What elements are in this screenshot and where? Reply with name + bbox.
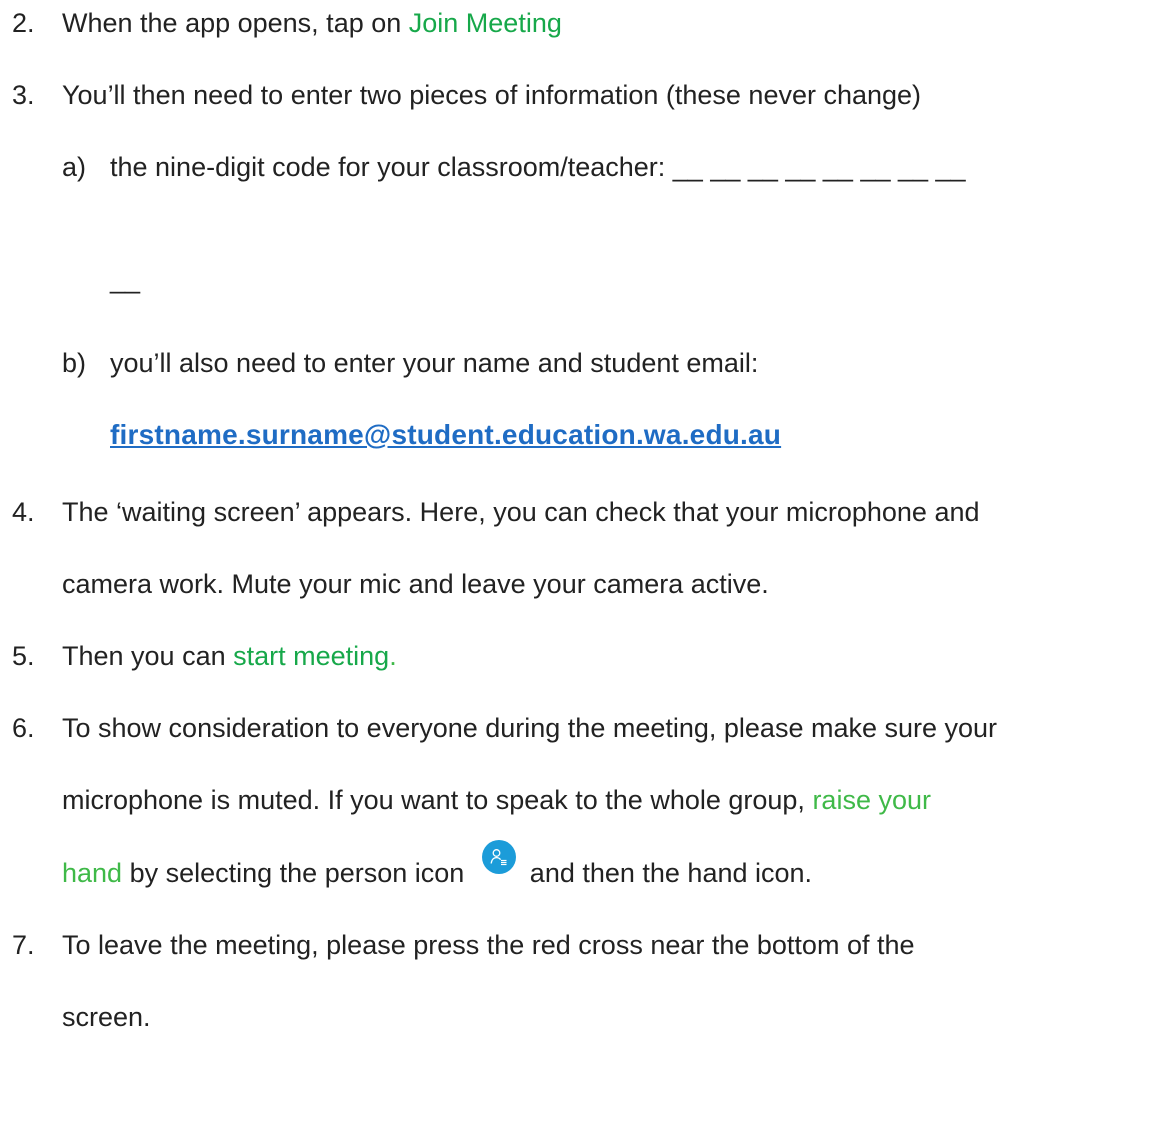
item-text-line2: microphone is muted. If you want to spea… [62, 785, 813, 815]
item-text-line2: screen. [62, 1002, 151, 1032]
item-number: 7. [12, 930, 35, 960]
item-number: 4. [12, 497, 35, 527]
start-meeting-highlight: start meeting [233, 641, 390, 671]
item-text-line1: To show consideration to everyone during… [62, 713, 998, 743]
item-text-line1: The ‘waiting screen’ appears. Here, you … [62, 497, 980, 527]
email-link[interactable]: firstname.surname@student.education.wa.e… [110, 418, 781, 452]
item-text-line3: by selecting the person icon [122, 858, 472, 888]
item-text: When the app opens, tap on [62, 8, 409, 38]
period: . [389, 641, 397, 671]
item-text: You’ll then need to enter two pieces of … [62, 80, 922, 110]
item-number: 6. [12, 713, 35, 743]
hand-highlight: hand [62, 858, 123, 888]
raise-hand-highlight: raise your [812, 785, 931, 815]
item-text-line2: camera work. Mute your mic and leave you… [62, 569, 769, 599]
item-text: Then you can [62, 641, 234, 671]
item-number: 2. [12, 8, 35, 38]
sub-item-text: you’ll also need to enter your name and … [110, 348, 759, 378]
item-text-line1: To leave the meeting, please press the r… [62, 930, 915, 960]
item-number: 3. [12, 80, 35, 110]
sub-item-label: b) [62, 348, 87, 378]
item-text-line3-end: and then the hand icon. [529, 858, 813, 888]
sub-item-text: the nine-digit code for your classroom/t… [110, 152, 966, 182]
join-meeting-highlight: Join Meeting [408, 8, 562, 38]
sub-item-label: a) [62, 152, 87, 182]
item-number: 5. [12, 641, 35, 671]
blank-line: __ [110, 264, 141, 294]
person-list-icon [481, 839, 516, 874]
